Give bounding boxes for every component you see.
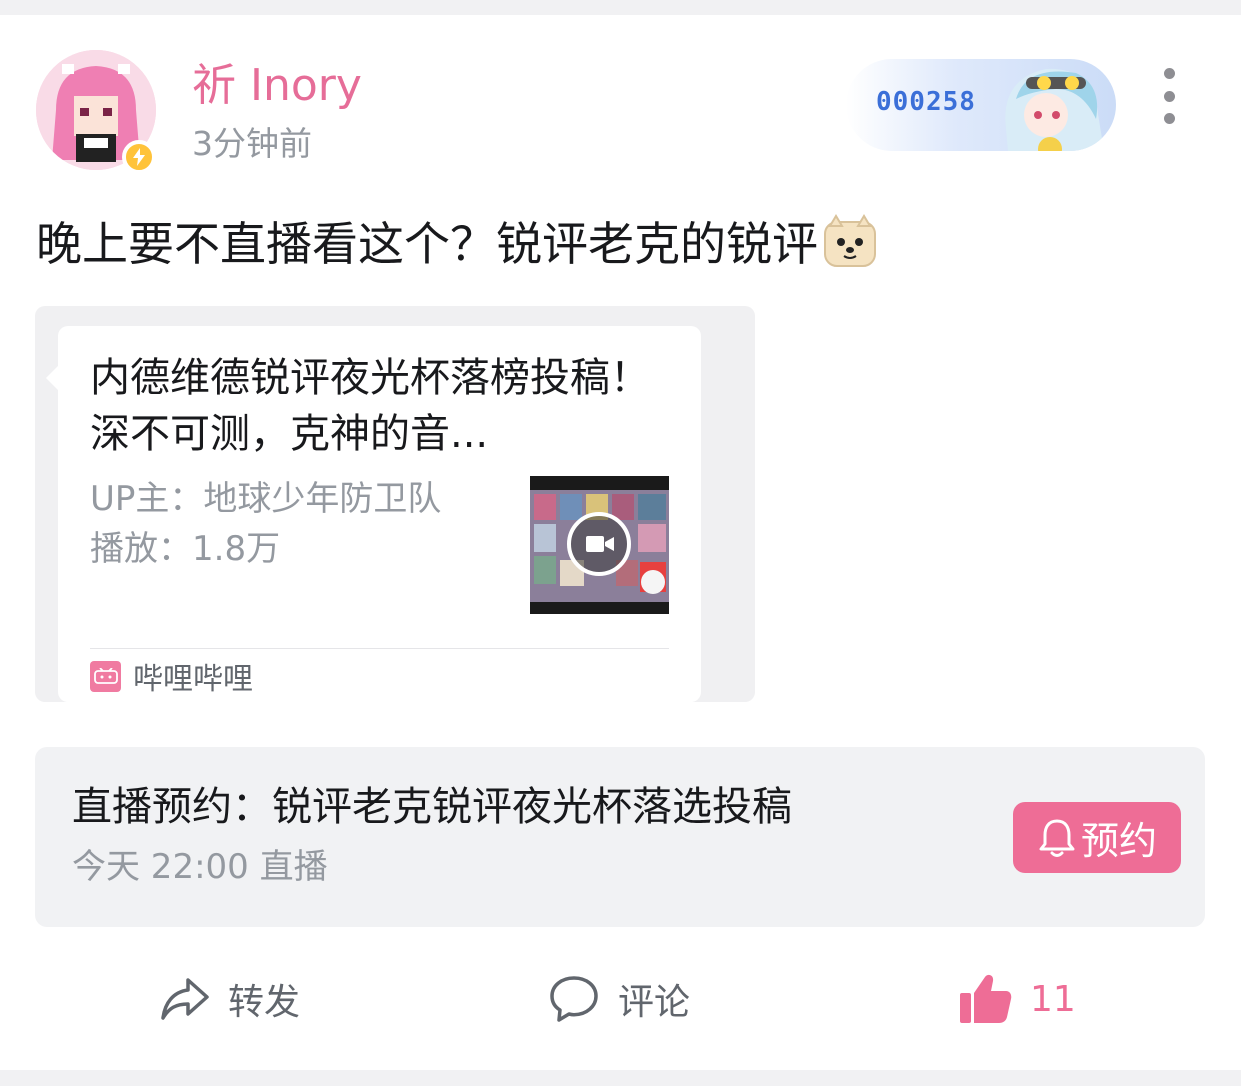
video-plays: 播放：1.8万	[90, 529, 281, 569]
video-title[interactable]: 内德维德锐评夜光杯落榜投稿！深不可测，克神的音...	[90, 350, 660, 462]
bilibili-logo-icon	[90, 660, 121, 692]
fan-badge[interactable]: 000258	[846, 59, 1116, 151]
fan-badge-character-icon	[1005, 68, 1104, 151]
bell-icon	[1039, 819, 1075, 857]
video-thumbnail[interactable]	[530, 476, 669, 614]
verified-lightning-icon	[122, 140, 156, 174]
video-source-label: 哔哩哔哩	[133, 662, 253, 697]
card-divider	[90, 648, 669, 649]
video-up: UP主：地球少年防卫队	[90, 479, 442, 519]
share-arrow-icon	[161, 978, 209, 1020]
like-button[interactable]: 11	[958, 968, 1076, 1030]
comment-bubble-icon	[550, 976, 598, 1022]
video-source[interactable]: 哔哩哔哩	[90, 658, 253, 697]
post-text: 晚上要不直播看这个？锐评老克的锐评	[36, 212, 878, 286]
thumbs-up-icon	[960, 974, 1012, 1023]
comment-label: 评论	[618, 982, 691, 1023]
video-camera-icon	[586, 536, 604, 552]
more-vertical-icon[interactable]	[1152, 68, 1186, 124]
username[interactable]: 祈 Inory	[192, 58, 362, 114]
reservation-title: 直播预约：锐评老克锐评夜光杯落选投稿	[72, 784, 792, 830]
post-time: 3分钟前	[192, 124, 312, 163]
dog-emoji-icon	[822, 214, 878, 286]
reserve-button[interactable]: 预约	[1013, 802, 1181, 873]
reserve-button-label: 预约	[1080, 819, 1157, 863]
forward-button[interactable]: 转发	[160, 968, 300, 1030]
reservation-time: 今天 22:00 直播	[72, 847, 328, 887]
like-count: 11	[1030, 978, 1076, 1020]
post-text-content: 晚上要不直播看这个？锐评老克的锐评	[36, 217, 818, 271]
forward-label: 转发	[228, 982, 301, 1023]
comment-button[interactable]: 评论	[548, 968, 690, 1030]
fan-badge-number: 000258	[876, 87, 976, 117]
